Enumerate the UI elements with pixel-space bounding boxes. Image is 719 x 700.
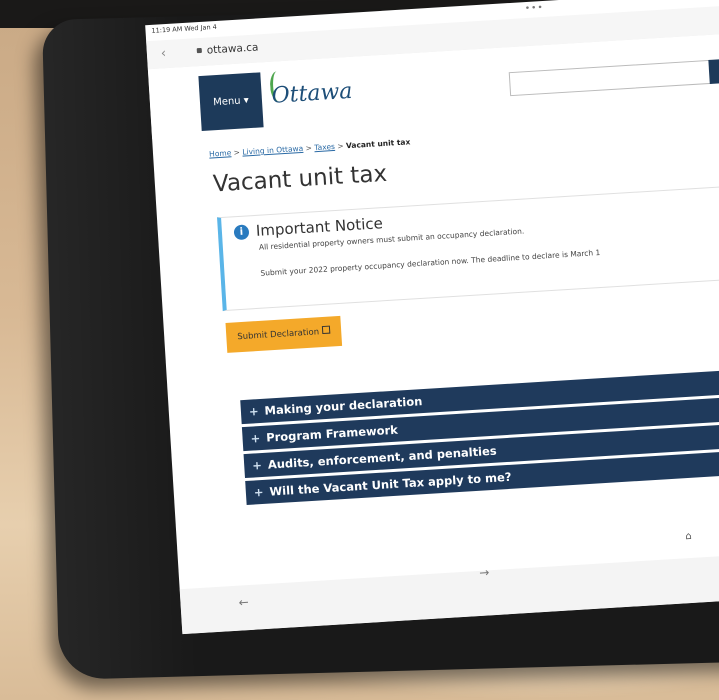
breadcrumb-home[interactable]: Home bbox=[209, 148, 232, 158]
notice-text-deadline: Submit your 2022 property occupancy decl… bbox=[260, 247, 601, 278]
plus-icon: + bbox=[253, 484, 264, 500]
lock-icon bbox=[196, 47, 202, 54]
plus-icon: + bbox=[251, 458, 263, 473]
breadcrumb-separator: > bbox=[305, 143, 313, 153]
breadcrumb-living-in-ottawa[interactable]: Living in Ottawa bbox=[242, 144, 303, 157]
breadcrumb-current: Vacant unit tax bbox=[345, 137, 411, 151]
ottawa-logo[interactable]: Ottawa bbox=[271, 79, 353, 109]
back-arrow-icon[interactable]: ← bbox=[238, 595, 249, 610]
accordion-item-label: Program Framework bbox=[265, 422, 399, 445]
submit-declaration-button[interactable]: Submit Declaration bbox=[225, 315, 342, 353]
page-title: Vacant unit tax bbox=[212, 160, 388, 198]
accordion-item-label: Making your declaration bbox=[264, 394, 423, 418]
important-notice: i Important Notice All residential prope… bbox=[217, 182, 719, 312]
plus-icon: + bbox=[250, 431, 261, 446]
forward-arrow-icon[interactable]: → bbox=[479, 565, 490, 580]
search-button[interactable]: Q bbox=[708, 57, 719, 84]
home-icon[interactable]: ⌂ bbox=[685, 531, 692, 542]
breadcrumb-separator: > bbox=[337, 141, 344, 151]
breadcrumb-taxes[interactable]: Taxes bbox=[314, 142, 335, 152]
breadcrumb: Home > Living in Ottawa > Taxes > Vacant… bbox=[209, 137, 411, 158]
url-text[interactable]: ottawa.ca bbox=[206, 41, 258, 56]
multitask-dots-icon[interactable]: ••• bbox=[525, 3, 545, 14]
submit-declaration-label: Submit Declaration bbox=[237, 327, 320, 343]
tablet-device: 11:19 AM Wed Jan 4 ••• ‹ ottawa.ca Menu … bbox=[42, 0, 719, 680]
plus-icon: + bbox=[248, 404, 260, 419]
accordion-list: + Making your declaration + Program Framew… bbox=[240, 366, 719, 508]
search-input[interactable] bbox=[508, 59, 712, 97]
breadcrumb-separator: > bbox=[233, 147, 241, 158]
menu-button[interactable]: Menu ▾ bbox=[198, 72, 264, 132]
tablet-screen: 11:19 AM Wed Jan 4 ••• ‹ ottawa.ca Menu … bbox=[145, 0, 719, 635]
status-bar: 11:19 AM Wed Jan 4 bbox=[151, 22, 218, 35]
external-link-icon bbox=[321, 325, 331, 335]
chevron-left-icon[interactable]: ‹ bbox=[160, 46, 166, 61]
info-icon: i bbox=[233, 224, 250, 241]
